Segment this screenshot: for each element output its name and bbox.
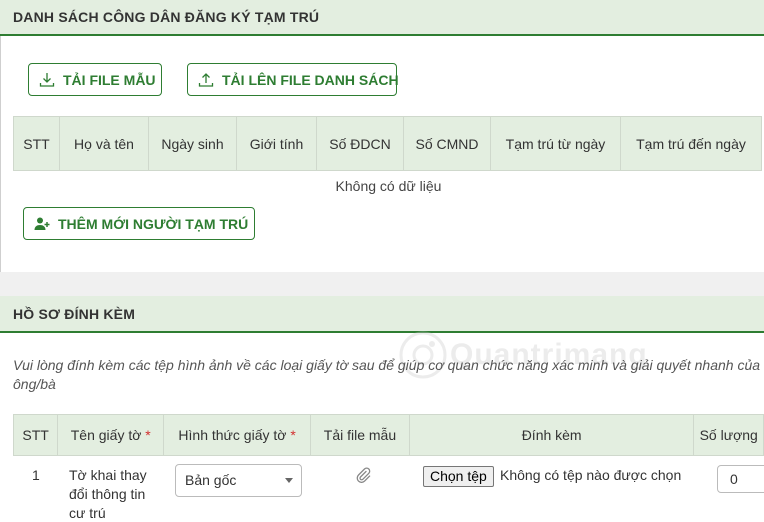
upload-list-button[interactable]: TẢI LÊN FILE DANH SÁCH — [187, 63, 399, 96]
col-id-number: Số ĐDCN — [316, 116, 404, 171]
row-stt: 1 — [32, 467, 40, 483]
attachments-table-header: STT Tên giấy tờ * Hình thức giấy tờ * Tả… — [12, 414, 764, 456]
upload-list-label: TẢI LÊN FILE DANH SÁCH — [222, 71, 399, 88]
paperclip-icon[interactable] — [355, 467, 371, 486]
add-user-icon — [34, 216, 50, 232]
residents-table-header: STT Họ và tên Ngày sinh Giới tính Số ĐDC… — [13, 116, 762, 171]
required-mark: * — [290, 427, 296, 443]
col-stay-to: Tạm trú đến ngày — [620, 116, 762, 171]
chevron-down-icon — [285, 478, 293, 483]
required-mark: * — [145, 427, 151, 443]
col-cmnd: Số CMND — [403, 116, 491, 171]
upload-icon — [198, 72, 214, 88]
col-stt: STT — [13, 116, 60, 171]
col-birth-date: Ngày sinh — [148, 116, 237, 171]
choose-file-button[interactable]: Chọn tệp — [423, 466, 494, 487]
add-resident-button[interactable]: THÊM MỚI NGƯỜI TẠM TRÚ — [23, 207, 255, 240]
section-title-attachments: HỒ SƠ ĐÍNH KÈM — [0, 296, 764, 333]
attachment-instructions: Vui lòng đính kèm các tệp hình ảnh về cá… — [13, 357, 761, 392]
col-full-name: Họ và tên — [59, 116, 149, 171]
row-doc-name: Tờ khai thay đổi thông tin cư trú — [69, 467, 147, 521]
file-status-text: Không có tệp nào được chọn — [500, 467, 682, 483]
col-download-template: Tải file mẫu — [310, 414, 410, 456]
section-title-residents: DANH SÁCH CÔNG DÂN ĐĂNG KÝ TẠM TRÚ — [0, 0, 764, 36]
add-resident-label: THÊM MỚI NGƯỜI TẠM TRÚ — [58, 215, 249, 232]
section-separator — [0, 272, 764, 296]
col-doc-name: Tên giấy tờ * — [57, 414, 165, 456]
quantity-input[interactable]: 0 — [717, 465, 764, 493]
col-gender: Giới tính — [236, 116, 317, 171]
download-icon — [39, 72, 55, 88]
panel-border — [0, 36, 1, 272]
col-stt: STT — [12, 414, 59, 456]
empty-table-message: Không có dữ liệu — [335, 178, 442, 194]
doc-form-select[interactable]: Bản gốc — [175, 464, 302, 497]
col-stay-from: Tạm trú từ ngày — [490, 116, 621, 171]
download-template-label: TẢI FILE MẪU — [63, 71, 156, 88]
download-template-button[interactable]: TẢI FILE MẪU — [28, 63, 162, 96]
col-attachment: Đính kèm — [408, 414, 695, 456]
residents-table: STT Họ và tên Ngày sinh Giới tính Số ĐDC… — [13, 116, 762, 171]
doc-form-selected: Bản gốc — [185, 472, 237, 488]
col-doc-form: Hình thức giấy tờ * — [163, 414, 311, 456]
col-quantity: Số lượng — [693, 414, 764, 456]
attachments-table: STT Tên giấy tờ * Hình thức giấy tờ * Tả… — [12, 414, 764, 456]
